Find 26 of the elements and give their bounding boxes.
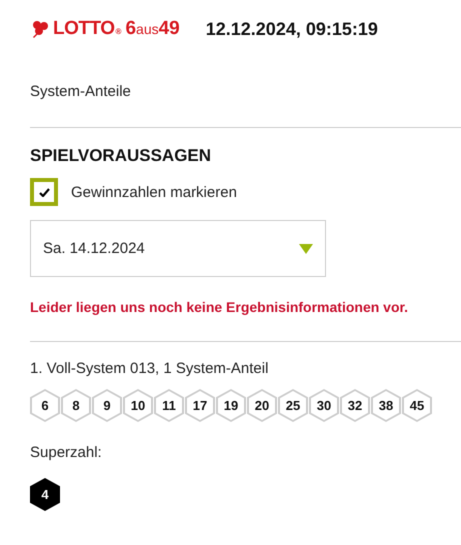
checkbox-label: Gewinnzahlen markieren [71, 184, 237, 200]
number-ball: 4 [30, 478, 60, 511]
number-ball: 19 [216, 389, 246, 422]
number-ball: 25 [278, 389, 308, 422]
date-time: 12.12.2024, 09:15:19 [206, 18, 378, 40]
checkbox[interactable] [30, 178, 58, 206]
caret-icon [299, 244, 313, 254]
superzahl-label: Superzahl: [30, 444, 103, 461]
number-ball: 9 [92, 389, 122, 422]
section-title: SPIELVORAUSSAGEN [30, 146, 212, 166]
number-ball: 32 [340, 389, 370, 422]
check-icon [38, 188, 50, 196]
number-ball: 45 [402, 389, 432, 422]
system-title: 1. Voll-System 013, 1 System-Anteil [30, 360, 270, 377]
date-select[interactable]: Sa. 14.12.2024 [30, 220, 326, 277]
number-ball: 6 [30, 389, 60, 422]
number-ball: 8 [61, 389, 91, 422]
section-label: System-Anteile [30, 83, 132, 102]
number-ball: 11 [154, 389, 184, 422]
clover-icon [30, 20, 50, 38]
number-ball: 17 [185, 389, 215, 422]
number-ball: 10 [123, 389, 153, 422]
number-ball: 38 [371, 389, 401, 422]
number-ball: 20 [247, 389, 277, 422]
number-ball: 30 [309, 389, 339, 422]
error-message: Leider liegen uns noch keine Ergebnisinformationen vor. [30, 299, 410, 315]
